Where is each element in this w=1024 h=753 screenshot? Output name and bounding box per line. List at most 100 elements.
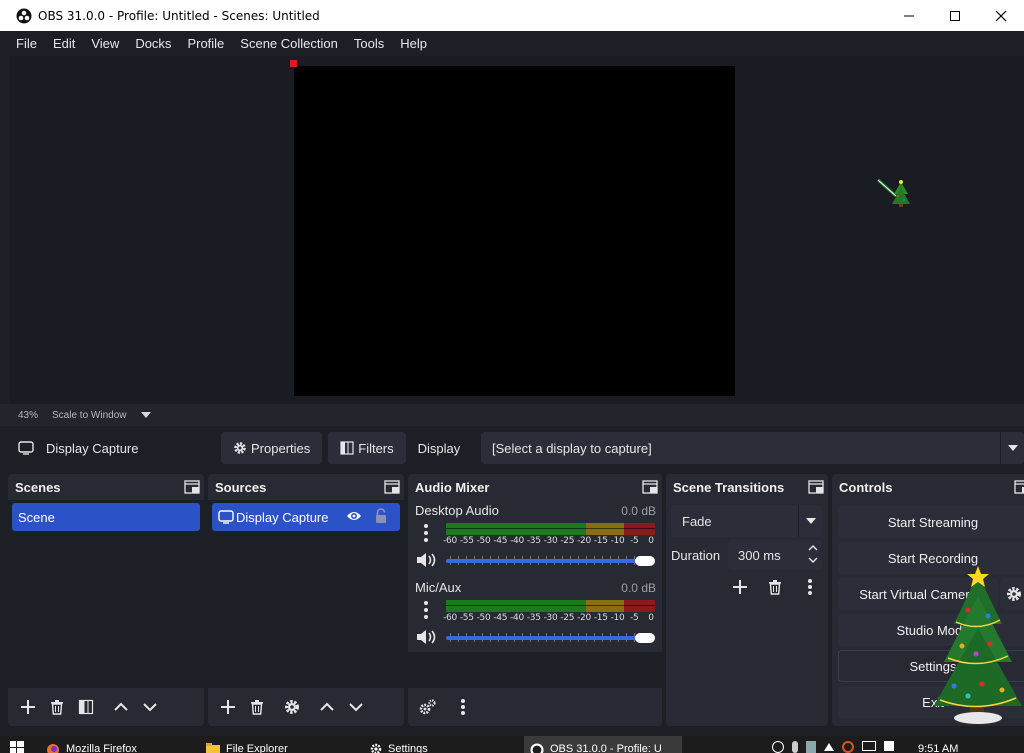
kebab-menu-icon[interactable] xyxy=(418,599,434,621)
duration-spinbox[interactable]: 300 ms xyxy=(728,540,822,570)
move-scene-down-button[interactable] xyxy=(136,694,164,720)
visibility-eye-icon[interactable] xyxy=(346,509,362,523)
source-item[interactable]: Display Capture xyxy=(212,503,400,531)
scale-dropdown-icon[interactable] xyxy=(140,412,151,418)
chevron-up-icon[interactable] xyxy=(824,743,834,751)
volume-slider[interactable] xyxy=(446,556,655,566)
meter-tick-label: -15 xyxy=(593,536,608,546)
battery-icon[interactable] xyxy=(862,741,876,751)
source-properties-button[interactable] xyxy=(278,694,306,720)
close-icon xyxy=(995,10,1007,21)
properties-label: Properties xyxy=(251,440,311,456)
meter-tick-label: -40 xyxy=(510,536,524,546)
speaker-icon[interactable] xyxy=(415,628,437,646)
meter-tick-label: 0 xyxy=(648,536,654,546)
move-source-up-button[interactable] xyxy=(313,694,341,720)
audio-mixer-dock: Audio Mixer Desktop Audio 0.0 dB -60 -55-… xyxy=(408,474,662,726)
obs-logo-icon xyxy=(16,8,32,23)
filter-icon xyxy=(340,441,354,455)
volume-slider[interactable] xyxy=(446,633,655,643)
scene-item[interactable]: Scene xyxy=(12,503,200,531)
maximize-button[interactable] xyxy=(932,0,978,31)
menu-tools[interactable]: Tools xyxy=(346,36,392,51)
scale-mode-label[interactable]: Scale to Window xyxy=(52,410,126,421)
menu-scene-collection[interactable]: Scene Collection xyxy=(232,36,346,51)
menu-view[interactable]: View xyxy=(83,36,127,51)
speaker-icon[interactable] xyxy=(415,551,437,569)
start-streaming-button[interactable]: Start Streaming xyxy=(838,506,1024,538)
add-transition-button[interactable] xyxy=(726,574,754,600)
spin-down-icon[interactable] xyxy=(807,554,819,566)
remove-scene-button[interactable] xyxy=(43,694,71,720)
menu-file[interactable]: File xyxy=(8,36,45,51)
filters-button[interactable]: Filters xyxy=(328,432,406,464)
properties-button[interactable]: Properties xyxy=(221,432,323,464)
undock-icon[interactable] xyxy=(184,479,200,495)
preview-canvas[interactable] xyxy=(294,66,735,396)
menu-docks[interactable]: Docks xyxy=(127,36,179,51)
audio-channel-desktop: Desktop Audio 0.0 dB -60 -55 -50 -45 -40 -35-… xyxy=(408,500,662,576)
undock-icon[interactable] xyxy=(642,479,658,495)
move-source-down-button[interactable] xyxy=(342,694,370,720)
gear-icon xyxy=(234,442,246,454)
audio-mixer-toolbar xyxy=(408,688,662,726)
meter-tick-label: -25 xyxy=(560,613,575,623)
taskbar-settings[interactable]: Settings xyxy=(370,736,428,753)
scene-filters-button[interactable] xyxy=(72,694,100,720)
meter-tick-label: -30 xyxy=(543,613,558,623)
advanced-audio-button[interactable] xyxy=(414,694,442,720)
undock-icon[interactable] xyxy=(808,479,824,495)
taskbar-firefox[interactable]: Mozilla Firefox xyxy=(46,736,137,753)
taskbar-obs[interactable]: OBS 31.0.0 - Profile: U xyxy=(524,736,682,753)
remove-transition-button[interactable] xyxy=(761,574,789,600)
lock-icon[interactable] xyxy=(374,508,388,524)
tray-app-icon[interactable] xyxy=(806,741,816,753)
display-select[interactable]: [Select a display to capture] xyxy=(481,432,1024,464)
undock-icon[interactable] xyxy=(384,479,400,495)
transition-menu-button[interactable] xyxy=(796,574,824,600)
kebab-menu-icon[interactable] xyxy=(418,522,434,544)
taskbar-clock[interactable]: 9:51 AM xyxy=(918,743,958,753)
taskbar-file-explorer[interactable]: File Explorer xyxy=(206,736,288,753)
add-source-button[interactable] xyxy=(214,694,242,720)
volume-icon[interactable] xyxy=(884,741,894,751)
transition-select[interactable]: Fade xyxy=(671,505,822,537)
remove-source-button[interactable] xyxy=(243,694,271,720)
undock-icon[interactable] xyxy=(1014,479,1024,495)
start-recording-label: Start Recording xyxy=(887,550,979,566)
move-scene-up-button[interactable] xyxy=(107,694,135,720)
zoom-percent: 43% xyxy=(18,409,39,421)
chevron-up-icon xyxy=(114,702,128,711)
scenes-list: Scene xyxy=(8,500,204,688)
sources-dock: Sources Display Capture xyxy=(208,474,404,726)
add-scene-button[interactable] xyxy=(14,694,42,720)
menu-help[interactable]: Help xyxy=(392,36,435,51)
meter-tick-label: -25 xyxy=(560,536,575,546)
meter-tick-label: -55 xyxy=(459,613,474,623)
display-label: Display xyxy=(417,440,461,456)
spin-up-icon[interactable] xyxy=(807,542,819,554)
gears-icon xyxy=(419,699,436,715)
source-resize-handle[interactable] xyxy=(290,60,297,67)
scenes-toolbar xyxy=(8,688,204,726)
menu-edit[interactable]: Edit xyxy=(45,36,83,51)
menu-bar: File Edit View Docks Profile Scene Colle… xyxy=(0,31,1024,56)
obs-tray-icon[interactable] xyxy=(842,741,854,753)
microphone-icon[interactable] xyxy=(792,741,798,753)
minimize-button[interactable] xyxy=(886,0,932,31)
menu-profile[interactable]: Profile xyxy=(179,36,232,51)
mixer-menu-button[interactable] xyxy=(449,694,477,720)
channel-name: Desktop Audio xyxy=(415,503,499,518)
whatsapp-icon[interactable] xyxy=(772,741,784,753)
scene-item-label: Scene xyxy=(18,509,55,525)
windows-start-icon[interactable] xyxy=(10,741,24,753)
system-tray xyxy=(772,741,894,753)
preview-area[interactable] xyxy=(10,56,1024,404)
monitor-icon xyxy=(18,441,34,455)
close-button[interactable] xyxy=(978,0,1024,31)
plus-icon xyxy=(221,700,235,714)
gear-icon xyxy=(285,700,299,714)
meter-tick-label: -35 xyxy=(526,613,541,623)
taskbar-file-explorer-label: File Explorer xyxy=(226,743,288,753)
christmas-tree-cursor-icon xyxy=(877,178,910,207)
